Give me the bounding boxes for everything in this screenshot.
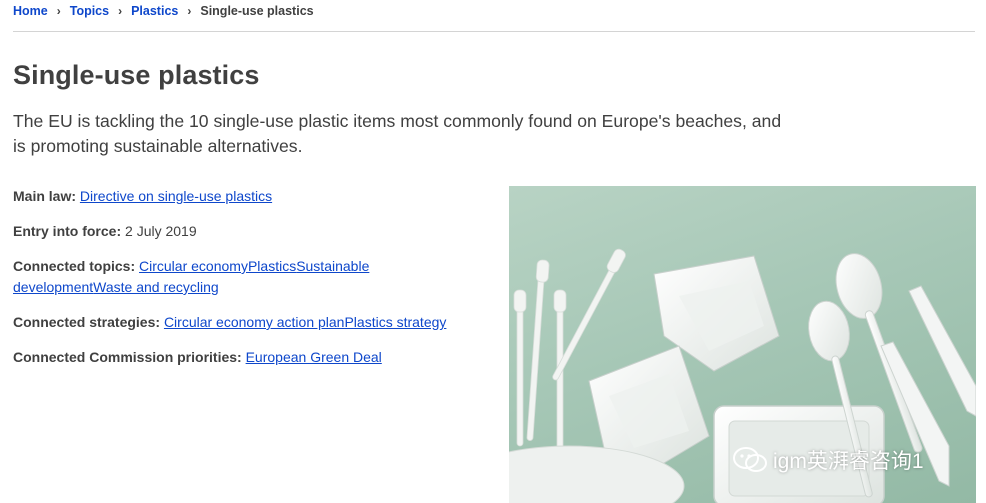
breadcrumb: Home › Topics › Plastics › Single-use pl… bbox=[13, 4, 314, 18]
meta-connected-topics: Connected topics: Circular economyPlasti… bbox=[13, 256, 483, 298]
meta-label: Connected strategies: bbox=[13, 314, 161, 330]
watermark: igm英湃睿咨询1 bbox=[733, 445, 924, 475]
watermark-text: igm英湃睿咨询1 bbox=[773, 450, 924, 473]
main-law-link[interactable]: Directive on single-use plastics bbox=[80, 188, 272, 204]
meta-label: Connected Commission priorities: bbox=[13, 349, 242, 365]
meta-main-law: Main law: Directive on single-use plasti… bbox=[13, 186, 483, 207]
topic-link-waste-recycling[interactable]: Waste and recycling bbox=[93, 279, 219, 295]
breadcrumb-separator-icon: › bbox=[56, 4, 61, 18]
priority-link-european-green-deal[interactable]: European Green Deal bbox=[246, 349, 382, 365]
meta-label: Connected topics: bbox=[13, 258, 136, 274]
strategy-link-plastics-strategy[interactable]: Plastics strategy bbox=[344, 314, 446, 330]
topic-link-circular-economy[interactable]: Circular economy bbox=[139, 258, 248, 274]
breadcrumb-separator-icon: › bbox=[118, 4, 123, 18]
wechat-icon bbox=[733, 447, 767, 472]
breadcrumb-home-link[interactable]: Home bbox=[13, 4, 48, 18]
entry-into-force-value: 2 July 2019 bbox=[125, 223, 197, 239]
metadata-list: Main law: Directive on single-use plasti… bbox=[13, 186, 483, 382]
breadcrumb-separator-icon: › bbox=[187, 4, 192, 18]
meta-label: Entry into force: bbox=[13, 223, 122, 239]
meta-connected-strategies: Connected strategies: Circular economy a… bbox=[13, 312, 483, 333]
topic-link-plastics[interactable]: Plastics bbox=[248, 258, 296, 274]
page-title: Single-use plastics bbox=[13, 60, 260, 90]
breadcrumb-plastics-link[interactable]: Plastics bbox=[131, 4, 178, 18]
strategy-link-circular-economy-action-plan[interactable]: Circular economy action plan bbox=[164, 314, 345, 330]
meta-connected-priorities: Connected Commission priorities: Europea… bbox=[13, 347, 483, 368]
meta-label: Main law: bbox=[13, 188, 77, 204]
breadcrumb-current: Single-use plastics bbox=[200, 4, 314, 18]
page-intro: The EU is tackling the 10 single-use pla… bbox=[13, 111, 782, 156]
meta-entry-into-force: Entry into force: 2 July 2019 bbox=[13, 221, 483, 242]
divider bbox=[13, 31, 975, 32]
breadcrumb-topics-link[interactable]: Topics bbox=[70, 4, 109, 18]
